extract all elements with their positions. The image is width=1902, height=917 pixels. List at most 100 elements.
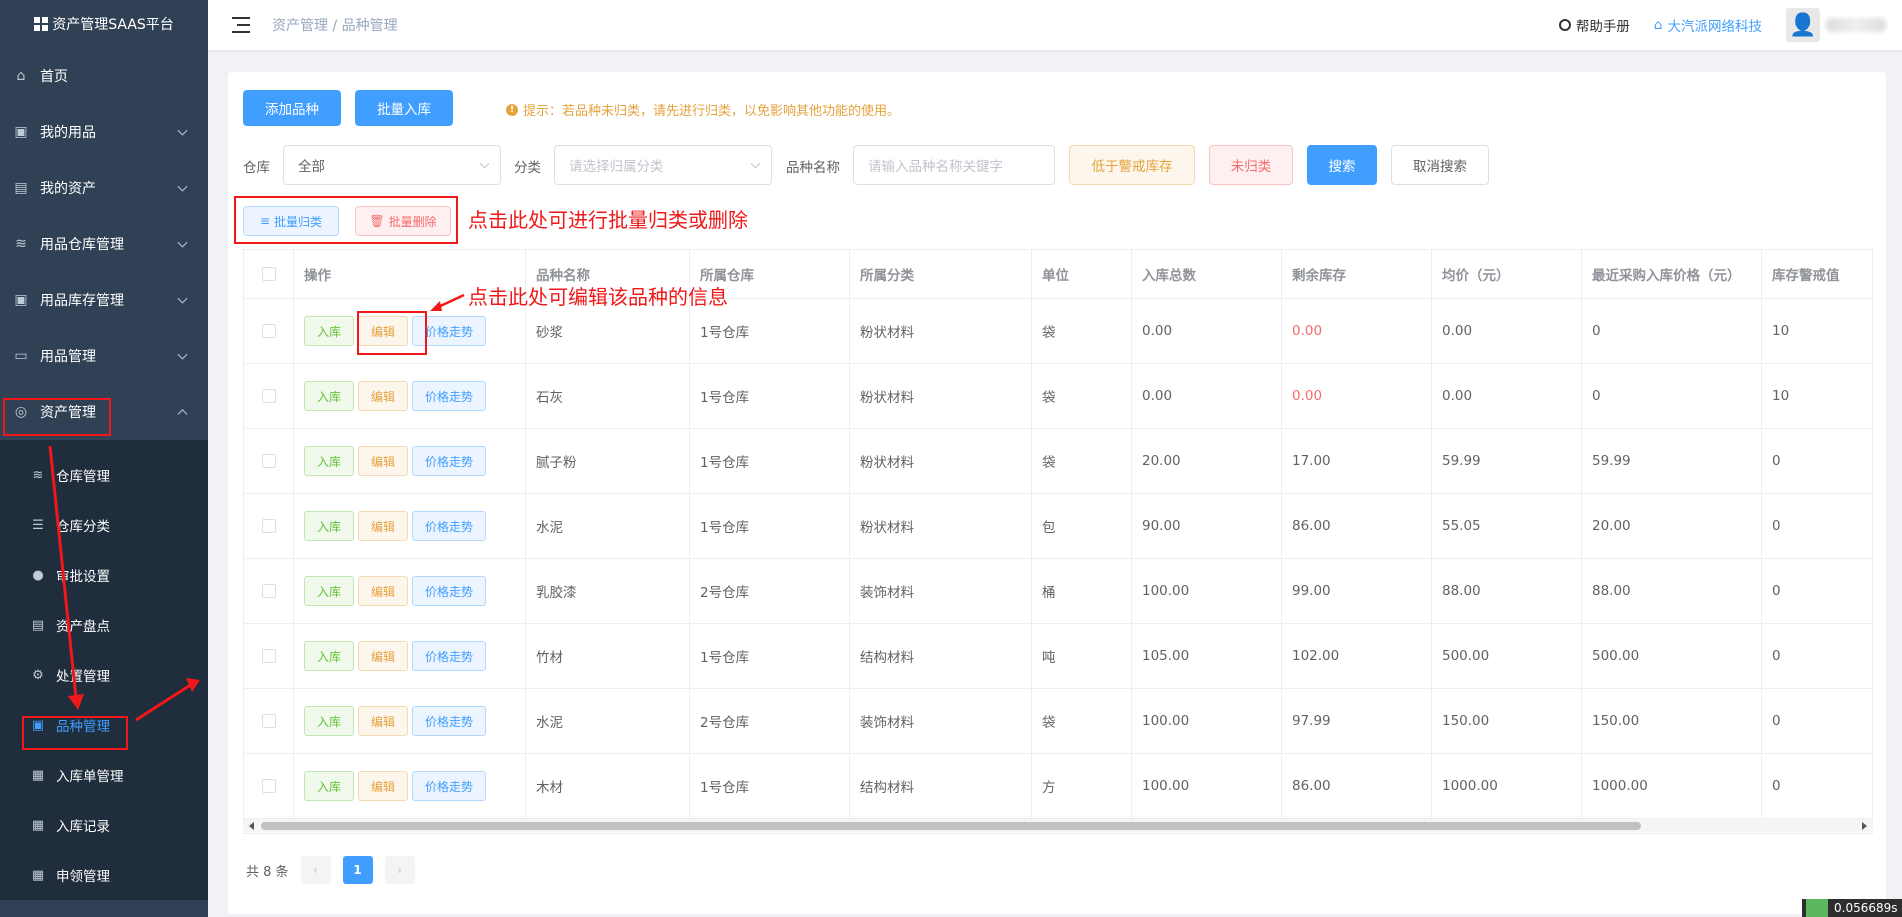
stock-in-button[interactable]: 入库: [304, 381, 355, 411]
annotation-arrow-edit: [430, 293, 465, 311]
cell-value: 86.00: [1292, 778, 1331, 794]
low-stock-button[interactable]: 低于警戒库存: [1069, 145, 1195, 185]
row-checkbox[interactable]: [261, 519, 276, 533]
search-button[interactable]: 搜索: [1307, 145, 1377, 185]
price-trend-button[interactable]: 价格走势: [412, 771, 487, 801]
row-checkbox[interactable]: [261, 779, 276, 793]
cell-category: 粉状材料: [850, 429, 1032, 493]
breadcrumb: 资产管理 / 品种管理: [272, 15, 398, 35]
edit-button[interactable]: 编辑: [358, 576, 409, 606]
stock-in-button[interactable]: 入库: [304, 641, 355, 671]
edit-button[interactable]: 编辑: [358, 641, 409, 671]
sidebar-subitem-8[interactable]: ▦ 申领管理: [0, 850, 208, 900]
horizontal-scrollbar[interactable]: [243, 818, 1873, 832]
scrollbar-thumb[interactable]: [261, 822, 1641, 830]
batch-in-button[interactable]: 批量入库: [355, 90, 453, 126]
sidebar-item-3[interactable]: ≋ 用品仓库管理: [0, 216, 208, 272]
column-header-label: 所属分类: [860, 268, 914, 284]
help-link[interactable]: 帮助手册: [1558, 15, 1630, 35]
name-search-input[interactable]: 请输入品种名称关键字: [853, 145, 1055, 185]
next-page-button[interactable]: ›: [384, 856, 415, 884]
chevron-down-icon: [750, 158, 761, 169]
warehouse-select[interactable]: 全部: [283, 145, 501, 185]
sidebar-subitem-0[interactable]: ≋ 仓库管理: [0, 450, 208, 500]
company-link[interactable]: ⌂ 大汽派网络科技: [1654, 15, 1762, 35]
username-blurred[interactable]: [1826, 18, 1886, 32]
uncategorized-button[interactable]: 未归类: [1209, 145, 1293, 185]
column-header-label: 入库总数: [1142, 268, 1196, 284]
sidebar-item-1[interactable]: ▣ 我的用品: [0, 104, 208, 160]
add-variety-button[interactable]: 添加品种: [243, 90, 341, 126]
cell-value: 88.00: [1592, 583, 1631, 599]
cell-stock: 99.00: [1282, 559, 1432, 623]
stock-in-button[interactable]: 入库: [304, 316, 355, 346]
stock-in-button[interactable]: 入库: [304, 511, 355, 541]
sidebar-subitem-3[interactable]: ▤ 资产盘点: [0, 600, 208, 650]
row-checkbox[interactable]: [261, 649, 276, 663]
cancel-search-button[interactable]: 取消搜索: [1391, 145, 1489, 185]
cell-category: 粉状材料: [850, 494, 1032, 558]
edit-button[interactable]: 编辑: [358, 511, 409, 541]
price-trend-button[interactable]: 价格走势: [412, 511, 487, 541]
annotation-box-asset-menu: [3, 398, 111, 436]
row-checkbox[interactable]: [261, 389, 276, 403]
cell-value: 1号仓库: [700, 390, 750, 406]
row-actions-cell: 入库 编辑 价格走势: [294, 494, 526, 558]
hamburger-icon[interactable]: [232, 17, 250, 33]
stock-in-button[interactable]: 入库: [304, 576, 355, 606]
prev-page-button[interactable]: ‹: [300, 856, 331, 884]
sidebar-subitem-4[interactable]: ⚙ 处置管理: [0, 650, 208, 700]
chevron-down-icon: [177, 349, 188, 360]
header-checkbox-cell: [244, 250, 294, 298]
cell-value: 装饰材料: [860, 585, 914, 601]
price-trend-button[interactable]: 价格走势: [412, 706, 487, 736]
sidebar-subitem-2[interactable]: ● 审批设置: [0, 550, 208, 600]
cell-last: 0: [1582, 364, 1762, 428]
stock-in-button[interactable]: 入库: [304, 771, 355, 801]
stock-in-button[interactable]: 入库: [304, 706, 355, 736]
cell-value: 腻子粉: [536, 455, 577, 471]
scroll-right-icon[interactable]: [1862, 822, 1867, 830]
sidebar-item-label: 首页: [40, 69, 68, 85]
sidebar-subitem-1[interactable]: ☰ 仓库分类: [0, 500, 208, 550]
sidebar-item-5[interactable]: ▭ 用品管理: [0, 328, 208, 384]
scroll-left-icon[interactable]: [249, 822, 254, 830]
row-checkbox[interactable]: [261, 584, 276, 598]
avatar[interactable]: 👤: [1786, 8, 1820, 42]
row-checkbox-cell: [244, 559, 294, 623]
table-row: 入库 编辑 价格走势 石灰 1号仓库 粉状材料袋 0.00 0.00 0.00 0 10: [244, 364, 1872, 429]
sidebar-item-2[interactable]: ▤ 我的资产: [0, 160, 208, 216]
chevron-down-icon: [177, 181, 188, 192]
breadcrumb-parent[interactable]: 资产管理: [272, 18, 328, 34]
cell-avg: 0.00: [1432, 364, 1582, 428]
row-checkbox[interactable]: [261, 714, 276, 728]
price-trend-button[interactable]: 价格走势: [412, 576, 487, 606]
row-checkbox[interactable]: [261, 454, 276, 468]
page-number-button[interactable]: 1: [342, 856, 373, 884]
chevron-up-icon: [177, 409, 188, 420]
cell-value: 17.00: [1292, 453, 1331, 469]
edit-button[interactable]: 编辑: [358, 771, 409, 801]
price-trend-button[interactable]: 价格走势: [412, 381, 487, 411]
sidebar-item-0[interactable]: ⌂ 首页: [0, 48, 208, 104]
row-checkbox[interactable]: [261, 324, 276, 338]
cell-value: 粉状材料: [860, 455, 914, 471]
edit-button[interactable]: 编辑: [358, 446, 409, 476]
sidebar-item-4[interactable]: ▣ 用品库存管理: [0, 272, 208, 328]
cell-name: 竹材: [526, 624, 690, 688]
cell-value: 方: [1042, 780, 1056, 796]
stock-in-button[interactable]: 入库: [304, 446, 355, 476]
cell-total: 90.00: [1132, 494, 1282, 558]
edit-button[interactable]: 编辑: [358, 706, 409, 736]
price-trend-button[interactable]: 价格走势: [412, 446, 487, 476]
price-trend-button[interactable]: 价格走势: [412, 641, 487, 671]
sidebar-subitem-7[interactable]: ▦ 入库记录: [0, 800, 208, 850]
edit-button[interactable]: 编辑: [358, 381, 409, 411]
cell-value: 86.00: [1292, 518, 1331, 534]
cell-value: 97.99: [1292, 713, 1331, 729]
cell-value: 1000.00: [1442, 778, 1498, 794]
cell-unit: 桶: [1032, 559, 1132, 623]
category-select[interactable]: 请选择归属分类: [554, 145, 772, 185]
sidebar-subitem-6[interactable]: ▦ 入库单管理: [0, 750, 208, 800]
select-all-checkbox[interactable]: [261, 267, 276, 281]
